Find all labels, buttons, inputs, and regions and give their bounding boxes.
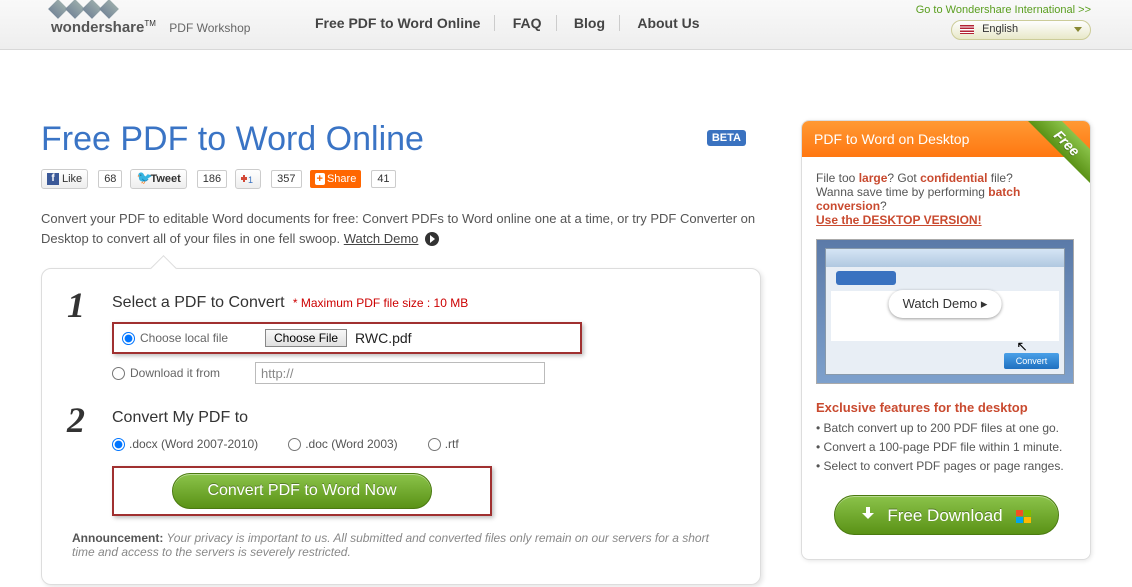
chevron-down-icon — [1074, 27, 1082, 32]
intro-text: Convert your PDF to editable Word docume… — [41, 209, 761, 248]
nav-pdf2word[interactable]: Free PDF to Word Online — [301, 15, 495, 31]
choose-local-label[interactable]: Choose local file — [140, 331, 265, 345]
exclusive-list: • Batch convert up to 200 PDF files at o… — [816, 419, 1076, 477]
format-doc-radio[interactable] — [288, 438, 301, 451]
convert-panel: 1 Select a PDF to Convert * Maximum PDF … — [41, 268, 761, 585]
step1-title: Select a PDF to Convert — [112, 294, 285, 311]
main-nav: Free PDF to Word Online FAQ Blog About U… — [301, 15, 714, 31]
svg-text:1: 1 — [248, 175, 253, 185]
nav-blog[interactable]: Blog — [560, 15, 620, 31]
flag-us-icon — [960, 25, 974, 34]
download-from-label[interactable]: Download it from — [130, 366, 255, 380]
share-count: 41 — [371, 170, 395, 188]
format-doc-label[interactable]: .doc (Word 2003) — [305, 437, 398, 451]
tweet-count: 186 — [197, 170, 227, 188]
convert-button[interactable]: Convert PDF to Word Now — [172, 473, 432, 509]
desktop-version-link[interactable]: Use the DESKTOP VERSION! — [816, 213, 982, 227]
announcement: Announcement: Your privacy is important … — [72, 531, 730, 559]
fb-like-button[interactable]: fLike — [41, 169, 88, 189]
selected-filename: RWC.pdf — [355, 330, 412, 346]
logo[interactable]: wondershareTM PDF Workshop — [51, 2, 250, 36]
choose-local-box: Choose local file Choose File RWC.pdf — [112, 322, 582, 354]
format-docx-label[interactable]: .docx (Word 2007-2010) — [129, 437, 258, 451]
gplus-icon: 1 — [241, 172, 255, 186]
logo-icon — [51, 2, 119, 16]
format-row: .docx (Word 2007-2010) .doc (Word 2003) … — [112, 437, 730, 451]
free-download-button[interactable]: Free Download — [834, 495, 1059, 535]
facebook-icon: f — [47, 173, 59, 185]
twitter-icon: 🐦 — [136, 173, 148, 185]
format-rtf-radio[interactable] — [428, 438, 441, 451]
nav-about[interactable]: About Us — [623, 15, 713, 31]
demo-screenshot[interactable]: Convert Watch Demo ▸ ↖ — [816, 239, 1074, 384]
tweet-button[interactable]: 🐦Tweet — [130, 169, 186, 189]
language-selector[interactable]: English — [951, 20, 1091, 40]
desktop-panel: PDF to Word on Desktop Free File too lar… — [801, 120, 1091, 560]
brand-text: wondershare — [51, 19, 144, 36]
choose-file-button[interactable]: Choose File — [265, 329, 347, 347]
play-icon[interactable] — [425, 232, 439, 246]
page-title: Free PDF to Word Online — [41, 120, 761, 159]
exclusive-title: Exclusive features for the desktop — [816, 400, 1076, 415]
beta-badge: BETA — [707, 130, 746, 146]
nav-faq[interactable]: FAQ — [499, 15, 557, 31]
intl-link[interactable]: Go to Wondershare International >> — [916, 4, 1091, 16]
download-from-radio[interactable] — [112, 367, 125, 380]
workshop-label[interactable]: PDF Workshop — [169, 21, 250, 35]
demo-convert-btn: Convert — [1004, 353, 1059, 369]
share-button[interactable]: +Share — [310, 170, 362, 188]
watch-demo-overlay[interactable]: Watch Demo ▸ — [889, 290, 1002, 318]
step2-number: 2 — [67, 399, 85, 441]
maxsize-note: * Maximum PDF file size : 10 MB — [293, 296, 468, 310]
plus-icon: + — [315, 173, 325, 185]
cursor-icon: ↖ — [1016, 338, 1028, 355]
fb-like-count: 68 — [98, 170, 122, 188]
convert-box: Convert PDF to Word Now — [112, 466, 492, 516]
gplus-button[interactable]: 1 — [235, 169, 261, 189]
format-rtf-label[interactable]: .rtf — [445, 437, 459, 451]
download-from-row: Download it from — [112, 362, 730, 384]
language-label: English — [982, 23, 1018, 35]
windows-icon — [1015, 509, 1031, 523]
social-row: fLike 68 🐦Tweet 186 1 357 +Share 41 — [41, 169, 761, 189]
step2-title: Convert My PDF to — [112, 409, 248, 426]
download-icon — [861, 507, 875, 521]
side-line2: Wanna save time by performing batch conv… — [816, 185, 1076, 213]
watch-demo-link[interactable]: Watch Demo — [344, 231, 419, 246]
format-docx-radio[interactable] — [112, 438, 125, 451]
step1-number: 1 — [67, 284, 85, 326]
url-input[interactable] — [255, 362, 545, 384]
free-ribbon: Free — [1025, 120, 1091, 186]
gplus-count: 357 — [271, 170, 301, 188]
choose-local-radio[interactable] — [122, 332, 135, 345]
